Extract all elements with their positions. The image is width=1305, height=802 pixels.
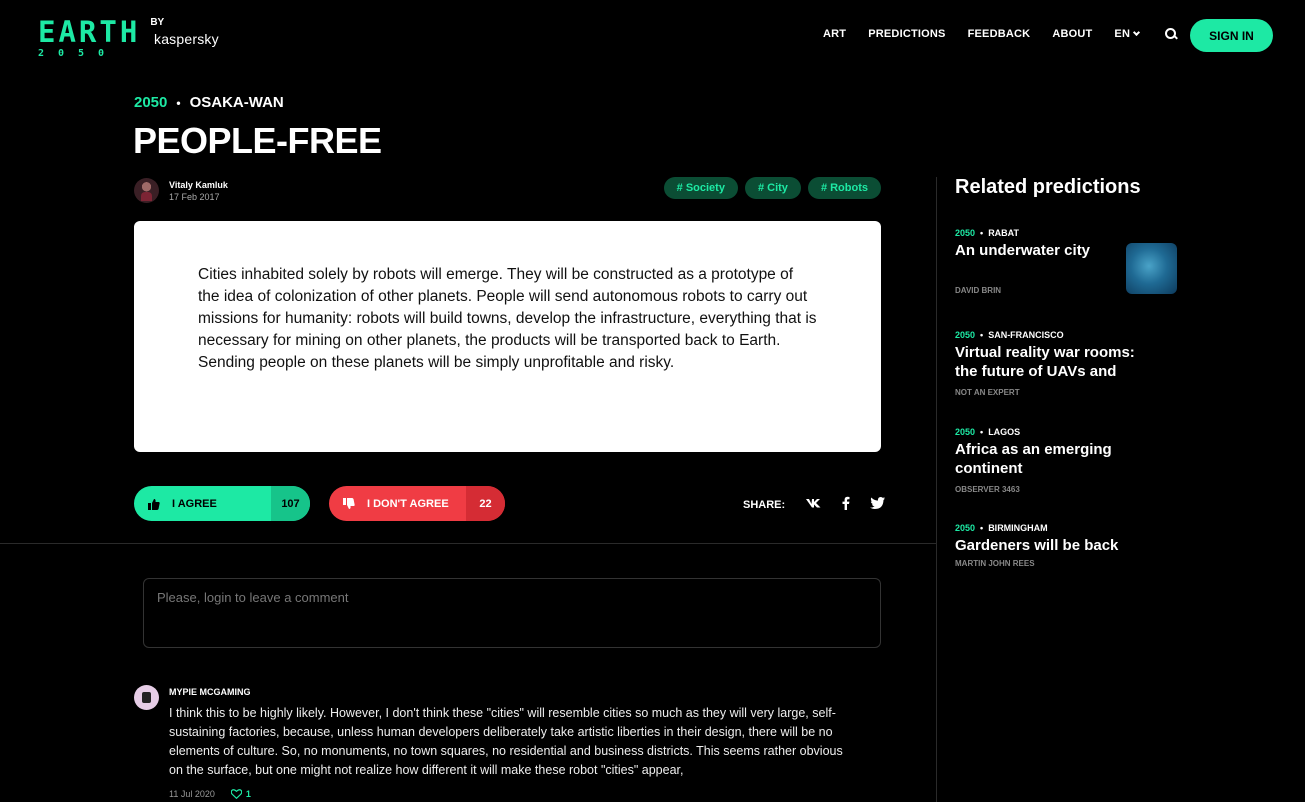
related-item[interactable]: 2050 • SAN-FRANCISCO Virtual reality war…: [955, 330, 1175, 397]
related-item[interactable]: 2050 • BIRMINGHAM Gardeners will be back…: [955, 523, 1175, 568]
sidebar-divider: [936, 177, 937, 802]
tag-society[interactable]: # Society: [663, 177, 738, 199]
separator-dot-icon: •: [980, 228, 984, 238]
disagree-count: 22: [466, 486, 505, 521]
share-label: SHARE:: [743, 498, 786, 511]
share-bar: SHARE:: [743, 496, 902, 513]
prediction-card: Cities inhabited solely by robots will e…: [134, 221, 881, 452]
section-divider: [0, 543, 936, 544]
thumbs-up-icon: [148, 498, 160, 510]
related-meta: 2050 • LAGOS: [955, 427, 1175, 437]
nav-feedback[interactable]: FEEDBACK: [968, 28, 1031, 40]
related-title[interactable]: Virtual reality war rooms: the future of…: [955, 343, 1155, 381]
comment-footer: 11 Jul 2020 1: [169, 789, 251, 799]
commenter-name[interactable]: MYPIE MCGAMING: [169, 687, 251, 697]
author-avatar[interactable]: [134, 178, 159, 203]
prediction-body: Cities inhabited solely by robots will e…: [198, 266, 817, 371]
related-year: 2050: [955, 228, 976, 238]
related-year: 2050: [955, 523, 976, 533]
separator-dot-icon: •: [980, 427, 984, 437]
related-item[interactable]: 2050 • LAGOS Africa as an emerging conti…: [955, 427, 1175, 494]
related-location: SAN-FRANCISCO: [988, 330, 1064, 340]
prediction-year: 2050: [134, 94, 168, 111]
logo-earth-text: EARTH: [38, 15, 141, 49]
nav-art[interactable]: ART: [823, 28, 846, 40]
related-meta: 2050 • BIRMINGHAM: [955, 523, 1175, 533]
search-icon[interactable]: [1165, 28, 1177, 40]
nav-predictions[interactable]: PREDICTIONS: [868, 28, 945, 40]
comment-placeholder: Please, login to leave a comment: [157, 590, 349, 605]
related-author[interactable]: NOT AN EXPERT: [955, 388, 1175, 397]
chevron-down-icon: [1133, 28, 1141, 37]
prediction-location: OSAKA-WAN: [189, 94, 284, 111]
agree-label: I AGREE: [172, 497, 217, 510]
main-nav: ART PREDICTIONS FEEDBACK ABOUT EN: [823, 28, 1177, 40]
tag-robots[interactable]: # Robots: [807, 177, 881, 199]
related-title[interactable]: Africa as an emerging continent: [955, 440, 1135, 478]
agree-count: 107: [271, 486, 310, 521]
related-title[interactable]: An underwater city: [955, 241, 1120, 260]
disagree-button[interactable]: I DON'T AGREE 22: [329, 486, 505, 521]
language-selector[interactable]: EN: [1114, 28, 1141, 40]
related-location: RABAT: [988, 228, 1020, 238]
disagree-main: I DON'T AGREE: [329, 486, 466, 521]
logo-year-text: 2050: [38, 48, 119, 59]
author-info: Vitaly Kamluk 17 Feb 2017: [169, 180, 228, 202]
separator-dot-icon: •: [980, 330, 984, 340]
comment-date: 11 Jul 2020: [169, 789, 215, 799]
disagree-label: I DON'T AGREE: [367, 497, 449, 510]
comment-like-count: 1: [245, 789, 251, 799]
comment-like-button[interactable]: 1: [230, 789, 251, 799]
related-author[interactable]: MARTIN JOHN REES: [955, 559, 1175, 568]
related-meta: 2050 • SAN-FRANCISCO: [955, 330, 1175, 340]
nav-about[interactable]: ABOUT: [1052, 28, 1092, 40]
related-year: 2050: [955, 427, 976, 437]
author-name[interactable]: Vitaly Kamluk: [169, 180, 228, 190]
related-year: 2050: [955, 330, 976, 340]
tag-list: # Society # City # Robots: [663, 177, 881, 199]
related-heading: Related predictions: [955, 176, 1141, 198]
facebook-icon[interactable]: [838, 496, 853, 513]
commenter-avatar[interactable]: [134, 685, 159, 710]
vk-icon[interactable]: [806, 498, 821, 511]
author-block[interactable]: Vitaly Kamluk 17 Feb 2017: [134, 178, 228, 203]
prediction-meta: 2050 • OSAKA-WAN: [134, 94, 284, 111]
publish-date: 17 Feb 2017: [169, 191, 220, 202]
earth-2050-logo[interactable]: EARTH BY 2050 kaspersky: [38, 15, 219, 60]
agree-main: I AGREE: [134, 486, 271, 521]
related-author[interactable]: OBSERVER 3463: [955, 485, 1175, 494]
thumbs-down-icon: [343, 497, 355, 509]
agree-button[interactable]: I AGREE 107: [134, 486, 310, 521]
related-title[interactable]: Gardeners will be back: [955, 536, 1155, 555]
related-location: BIRMINGHAM: [988, 523, 1048, 533]
twitter-icon[interactable]: [870, 497, 886, 512]
sign-in-button[interactable]: SIGN IN: [1190, 19, 1273, 52]
comment-input[interactable]: Please, login to leave a comment: [143, 578, 881, 648]
logo-by-text: BY: [150, 17, 165, 28]
logo-kaspersky-text: kaspersky: [154, 31, 219, 47]
tag-city[interactable]: # City: [744, 177, 801, 199]
related-meta: 2050 • RABAT: [955, 228, 1175, 238]
related-location: LAGOS: [988, 427, 1021, 437]
comment-text: I think this to be highly likely. Howeve…: [169, 706, 843, 777]
language-label: EN: [1114, 28, 1131, 40]
separator-dot-icon: •: [980, 523, 984, 533]
heart-icon: [230, 789, 242, 799]
separator-dot-icon: •: [176, 95, 181, 110]
related-thumbnail[interactable]: [1126, 243, 1177, 294]
prediction-title: PEOPLE-FREE: [133, 120, 382, 161]
